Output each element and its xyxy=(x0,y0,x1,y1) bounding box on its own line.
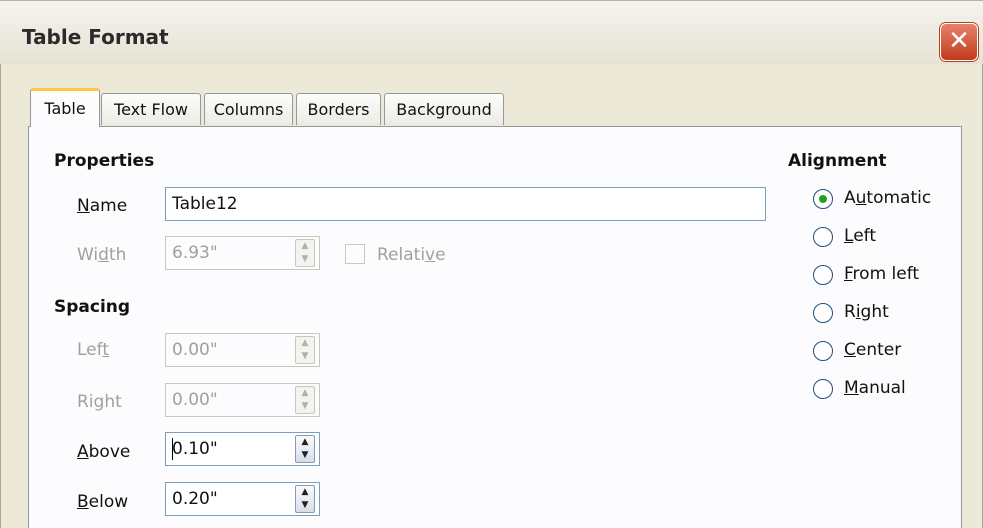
label-part: rom left xyxy=(852,264,920,284)
tab-table[interactable]: Table xyxy=(30,88,100,127)
name-input[interactable]: Table12 xyxy=(165,187,766,221)
table-format-dialog: Table Format ✕ Table Text Flow Columns B… xyxy=(0,0,983,528)
spin-up-icon: ▲ xyxy=(301,338,309,348)
above-spacing-spin-button[interactable]: ▲ ▼ xyxy=(295,435,315,463)
relative-label: Relative xyxy=(377,245,446,265)
below-label: Below xyxy=(77,492,128,512)
tab-label: Background xyxy=(396,100,492,119)
spin-down-icon: ▼ xyxy=(301,450,309,460)
window-frame-right xyxy=(973,64,983,528)
label-part: tomatic xyxy=(866,188,932,208)
width-label: Width xyxy=(77,245,126,265)
alignment-automatic-label[interactable]: Automatic xyxy=(844,188,931,208)
left-label: Left xyxy=(77,340,109,360)
spin-down-icon: ▼ xyxy=(301,351,309,361)
spin-up-icon: ▲ xyxy=(301,487,309,497)
alignment-heading: Alignment xyxy=(788,151,887,171)
label-part: anual xyxy=(858,378,906,398)
alignment-manual-radio[interactable] xyxy=(813,379,833,399)
label-part: A xyxy=(844,188,856,208)
alignment-automatic-radio[interactable] xyxy=(813,189,833,209)
alignment-left-radio[interactable] xyxy=(813,227,833,247)
below-label-mnemonic: B xyxy=(77,492,89,512)
label-part: R xyxy=(844,302,856,322)
label-mnemonic: F xyxy=(844,264,853,284)
width-label-post: th xyxy=(108,245,127,265)
below-label-rest: elow xyxy=(88,492,129,512)
spacing-heading: Spacing xyxy=(54,297,131,317)
left-label-mnemonic: t xyxy=(102,340,109,360)
alignment-from-left-label[interactable]: From left xyxy=(844,264,919,284)
name-label-rest: ame xyxy=(89,196,128,216)
alignment-manual-label[interactable]: Manual xyxy=(844,378,906,398)
properties-heading: Properties xyxy=(54,151,155,171)
relative-checkbox[interactable] xyxy=(345,244,365,264)
label-mnemonic: M xyxy=(844,378,859,398)
tab-label: Borders xyxy=(307,100,370,119)
relative-label-pre: Relati xyxy=(377,245,426,265)
close-icon: ✕ xyxy=(948,26,970,56)
tab-label: Columns xyxy=(213,100,284,119)
spin-up-icon: ▲ xyxy=(301,388,309,398)
tab-text-flow[interactable]: Text Flow xyxy=(101,93,201,125)
tab-label: Text Flow xyxy=(114,100,188,119)
name-label: Name xyxy=(77,196,127,216)
width-spin-button[interactable]: ▲ ▼ xyxy=(295,239,315,267)
right-spacing-spin-button[interactable]: ▲ ▼ xyxy=(295,386,315,414)
width-label-mnemonic: d xyxy=(98,245,109,265)
label-part: eft xyxy=(853,226,876,246)
spin-down-icon: ▼ xyxy=(301,254,309,264)
label-mnemonic: L xyxy=(844,226,854,246)
title-bar[interactable]: Table Format ✕ xyxy=(0,0,983,65)
tab-background[interactable]: Background xyxy=(384,93,504,125)
alignment-from-left-radio[interactable] xyxy=(813,265,833,285)
above-label-mnemonic: A xyxy=(77,442,89,462)
left-spacing-spin-button[interactable]: ▲ ▼ xyxy=(295,336,315,364)
left-label-pre: Lef xyxy=(77,340,103,360)
spin-up-icon: ▲ xyxy=(301,241,309,251)
right-label: Right xyxy=(77,392,122,412)
tab-borders[interactable]: Borders xyxy=(296,93,381,125)
above-label-rest: bove xyxy=(88,442,131,462)
alignment-center-label[interactable]: Center xyxy=(844,340,901,360)
label-mnemonic: u xyxy=(855,188,867,208)
spin-up-icon: ▲ xyxy=(301,437,309,447)
window-frame-left xyxy=(0,64,10,528)
relative-label-mnemonic: v xyxy=(425,245,436,265)
alignment-center-radio[interactable] xyxy=(813,341,833,361)
label-part: ght xyxy=(860,302,889,322)
relative-label-post: e xyxy=(435,245,446,265)
alignment-right-radio[interactable] xyxy=(813,303,833,323)
label-part: enter xyxy=(855,340,902,360)
spin-down-icon: ▼ xyxy=(301,401,309,411)
dialog-title: Table Format xyxy=(22,25,169,49)
spin-down-icon: ▼ xyxy=(301,500,309,510)
width-label-pre: Wi xyxy=(77,245,99,265)
label-mnemonic: C xyxy=(844,340,856,360)
radio-selected-dot xyxy=(819,195,827,203)
above-label: Above xyxy=(77,442,130,462)
text-cursor xyxy=(172,438,173,460)
close-button[interactable]: ✕ xyxy=(940,23,978,61)
name-label-mnemonic: N xyxy=(77,196,90,216)
alignment-left-label[interactable]: Left xyxy=(844,226,876,246)
alignment-right-label[interactable]: Right xyxy=(844,302,889,322)
below-spacing-spin-button[interactable]: ▲ ▼ xyxy=(295,485,315,513)
tab-label: Table xyxy=(44,99,86,118)
tab-columns[interactable]: Columns xyxy=(204,93,293,125)
